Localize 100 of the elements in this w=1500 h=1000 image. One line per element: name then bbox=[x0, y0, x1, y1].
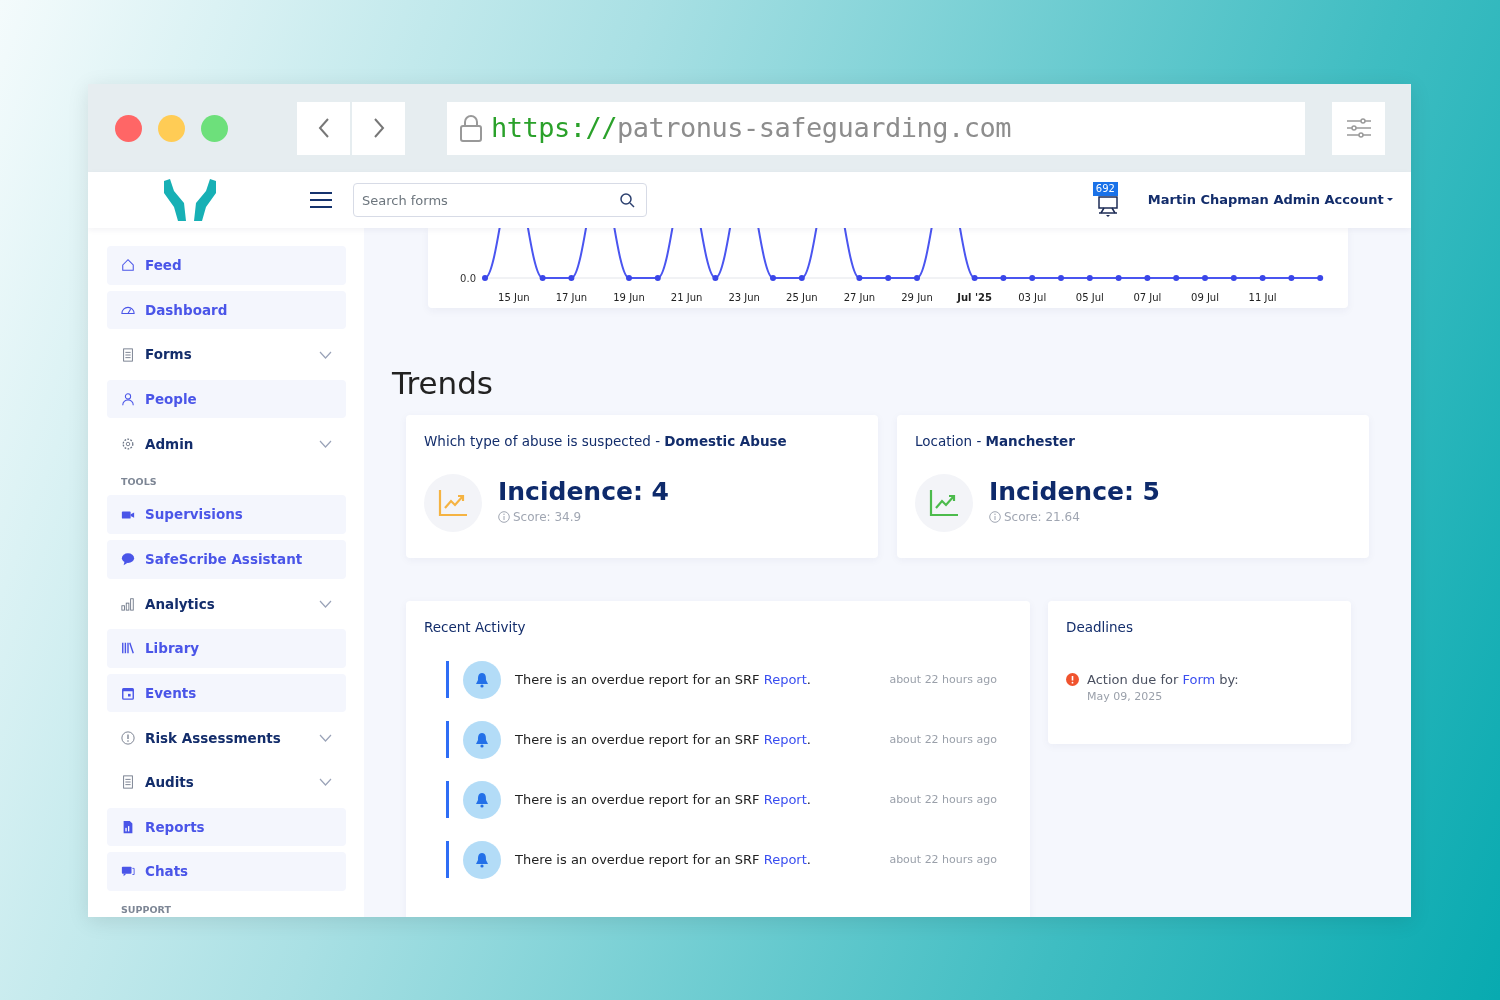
user-menu[interactable]: Martin Chapman Admin Account bbox=[1141, 189, 1399, 211]
form-link[interactable]: Form bbox=[1182, 671, 1216, 687]
deadline-text: Action due for Form by: bbox=[1087, 670, 1239, 689]
axis-label: 07 Jul bbox=[1133, 292, 1162, 303]
data-point bbox=[1058, 275, 1064, 281]
menu-icon[interactable] bbox=[310, 191, 332, 209]
axis-label: 23 Jun bbox=[728, 292, 760, 303]
due-date: May 09, 2025 bbox=[1087, 689, 1164, 706]
incidence-value: Incidence: 5 bbox=[989, 479, 1160, 505]
data-point bbox=[1230, 275, 1237, 281]
axis-label: 03 Jul bbox=[1018, 292, 1047, 303]
timestamp: about 22 hours ago bbox=[889, 851, 997, 868]
axis-label: 15 Jun bbox=[498, 292, 530, 303]
activity-text: There is an overdue report for an SRF Report. bbox=[515, 671, 811, 689]
data-point bbox=[1144, 275, 1151, 281]
data-point bbox=[1259, 275, 1266, 281]
report-link[interactable]: Report bbox=[763, 852, 807, 867]
axis-label: 29 Jun bbox=[901, 292, 933, 303]
timestamp: about 22 hours ago bbox=[889, 671, 997, 688]
timeline-bar bbox=[446, 841, 449, 879]
axis-label: 19 Jun bbox=[613, 292, 645, 303]
sidebar-link[interactable]: Dashboard bbox=[107, 290, 346, 330]
timestamp: about 22 hours ago bbox=[889, 791, 997, 808]
report-link[interactable]: Report bbox=[763, 792, 807, 807]
score-text: Score: 21.64 bbox=[1004, 509, 1080, 527]
settings-button[interactable] bbox=[1332, 101, 1385, 155]
timeline-bar bbox=[446, 721, 449, 759]
sidebar-link[interactable]: Chats bbox=[107, 852, 346, 891]
document-icon bbox=[121, 775, 135, 790]
card-title: Which type of abuse is suspected - Domestic Abuse bbox=[424, 431, 788, 451]
data-point bbox=[885, 275, 892, 281]
minimize-dot[interactable] bbox=[158, 114, 185, 142]
data-point bbox=[1115, 275, 1122, 281]
data-point bbox=[1029, 275, 1036, 281]
sidebar-link[interactable]: Events bbox=[107, 673, 346, 713]
section-label: TOOLS bbox=[120, 475, 158, 490]
calendar-icon bbox=[121, 686, 135, 701]
address-bar[interactable]: https://patronus-safeguarding.com bbox=[447, 101, 1305, 155]
sidebar-link[interactable]: Supervisions bbox=[107, 495, 346, 534]
chevron-down-icon bbox=[319, 733, 332, 742]
axis-label: 05 Jul bbox=[1075, 292, 1104, 303]
incidence-value: Incidence: 4 bbox=[498, 479, 669, 505]
sidebar-group[interactable]: Risk Assessments bbox=[107, 718, 346, 757]
search-field[interactable]: Search forms bbox=[353, 183, 647, 217]
forward-button[interactable] bbox=[352, 101, 405, 155]
card-title: Recent Activity bbox=[424, 617, 527, 637]
close-dot[interactable] bbox=[115, 114, 142, 142]
sidebar-group[interactable]: Analytics bbox=[107, 584, 346, 624]
axis-label: 0.0 bbox=[460, 273, 476, 284]
settings-icon bbox=[121, 436, 135, 451]
chevron-down-icon bbox=[319, 439, 332, 448]
data-point bbox=[1202, 275, 1208, 281]
bell-icon bbox=[463, 840, 501, 879]
data-point bbox=[1173, 275, 1180, 281]
speech-bubble-icon bbox=[121, 552, 135, 567]
search-icon bbox=[620, 193, 635, 208]
notification-badge: 692 bbox=[1092, 182, 1118, 196]
data-point bbox=[712, 275, 719, 281]
data-point bbox=[770, 275, 776, 281]
axis-label: 25 Jun bbox=[786, 292, 818, 303]
back-icon bbox=[316, 117, 331, 139]
report-link[interactable]: Report bbox=[763, 732, 807, 747]
section-label: SUPPORT bbox=[120, 902, 172, 917]
axis-label: 09 Jul bbox=[1191, 292, 1219, 303]
data-point bbox=[914, 275, 920, 281]
section-title: Trends bbox=[392, 364, 494, 403]
card-title: Deadlines bbox=[1066, 617, 1134, 637]
bell-icon bbox=[463, 720, 501, 759]
data-point bbox=[626, 275, 632, 281]
back-button[interactable] bbox=[297, 101, 350, 155]
bar-chart-icon bbox=[121, 596, 135, 611]
sidebar-link[interactable]: Reports bbox=[107, 807, 346, 847]
lock-icon bbox=[459, 114, 483, 142]
sidebar-group[interactable]: Forms bbox=[107, 335, 346, 374]
data-point bbox=[568, 275, 575, 281]
bell-icon bbox=[463, 660, 501, 699]
sidebar-link[interactable]: SafeScribe Assistant bbox=[107, 539, 346, 579]
card-title: Location - Manchester bbox=[915, 431, 1076, 451]
url-host: patronus-safeguarding.com bbox=[617, 110, 1011, 145]
sidebar-group[interactable]: Audits bbox=[107, 762, 346, 802]
sidebar-link[interactable]: Library bbox=[107, 629, 346, 668]
data-point bbox=[1317, 275, 1324, 281]
person-icon bbox=[121, 392, 135, 407]
sidebar-group[interactable]: Admin bbox=[107, 424, 346, 464]
monitor-icon[interactable] bbox=[1095, 196, 1120, 218]
home-icon bbox=[121, 258, 135, 273]
sidebar-link[interactable]: Feed bbox=[107, 246, 346, 285]
sidebar-link[interactable]: People bbox=[107, 379, 346, 419]
axis-label: 27 Jun bbox=[843, 292, 876, 303]
data-point bbox=[1288, 275, 1295, 281]
info-icon bbox=[989, 511, 1001, 524]
report-link[interactable]: Report bbox=[763, 672, 807, 687]
data-point bbox=[856, 275, 863, 281]
data-point bbox=[1000, 275, 1007, 281]
info-icon bbox=[498, 511, 510, 524]
bell-icon bbox=[463, 780, 501, 819]
data-point bbox=[971, 275, 978, 281]
alert-icon bbox=[1066, 672, 1079, 686]
activity-text: There is an overdue report for an SRF Report. bbox=[515, 731, 811, 749]
maximize-dot[interactable] bbox=[201, 114, 228, 142]
